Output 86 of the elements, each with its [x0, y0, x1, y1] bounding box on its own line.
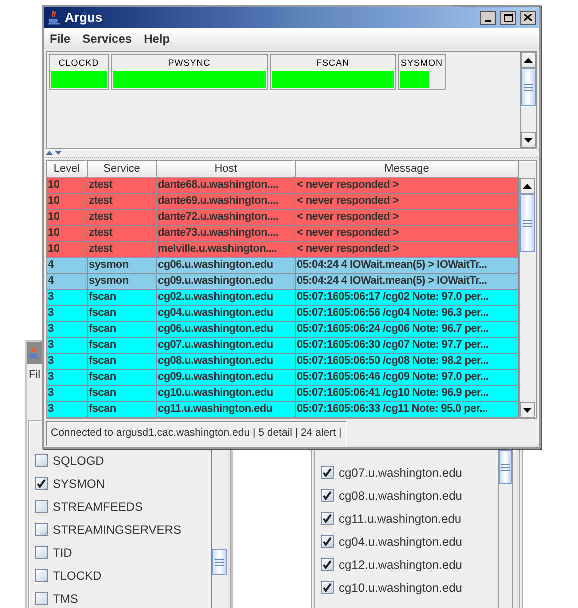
table-cell: cg11.u.washington.edu: [157, 402, 296, 418]
checkbox[interactable]: [35, 592, 48, 605]
table-row[interactable]: 10 ztest dante68.u.washington.... < never responded >: [47, 178, 519, 194]
up-arrow-icon: [524, 58, 533, 62]
checkbox[interactable]: [35, 569, 48, 582]
service-name: FSCAN: [315, 57, 350, 70]
table-row[interactable]: 10 ztest dante72.u.washington.... < never responded >: [47, 210, 519, 226]
table-row[interactable]: 3 fscan cg10.u.washington.edu 05:07:1605:06:41 /cg10 Note: 96.9 per...: [47, 386, 519, 402]
list-item-label[interactable]: cg04.u.washington.edu: [339, 532, 462, 550]
menu-item[interactable]: Services: [82, 30, 132, 48]
close-icon: [524, 14, 532, 21]
list-item-label[interactable]: STREAMINGSERVERS: [53, 520, 182, 538]
table-cell: fscan: [88, 402, 157, 418]
scrollbar-thumb[interactable]: [499, 450, 512, 484]
scrollbar-thumb[interactable]: [521, 68, 536, 106]
scroll-up-button[interactable]: [521, 52, 536, 68]
scrollbar-thumb[interactable]: [212, 549, 227, 575]
menu-item[interactable]: Help: [144, 30, 170, 48]
up-arrow-icon[interactable]: [46, 151, 53, 155]
checkbox[interactable]: [321, 558, 334, 571]
list-item-label[interactable]: cg10.u.washington.edu: [339, 578, 462, 596]
list-item-label[interactable]: SYSMON: [53, 474, 106, 492]
checkbox[interactable]: [321, 466, 334, 479]
list-item-label[interactable]: TLOCKD: [53, 566, 102, 584]
list-item-label[interactable]: cg07.u.washington.edu: [339, 464, 462, 482]
scrollbar[interactable]: [520, 52, 536, 148]
service-monitor[interactable]: CLOCKD: [49, 54, 109, 90]
checkbox[interactable]: [35, 523, 48, 536]
list-item-label[interactable]: STREAMFEEDS: [53, 498, 144, 516]
column-header[interactable]: Host: [157, 161, 296, 178]
table-row[interactable]: 3 fscan cg08.u.washington.edu 05:07:1605:06:50 /cg08 Note: 98.2 per...: [47, 354, 519, 370]
table-cell: 3: [47, 402, 88, 418]
column-header[interactable]: Level: [47, 161, 88, 178]
checkbox[interactable]: [35, 454, 48, 467]
service-monitor[interactable]: FSCAN: [270, 54, 396, 90]
list-item-label[interactable]: cg08.u.washington.edu: [339, 486, 462, 504]
scroll-up-button[interactable]: [520, 178, 535, 194]
coffee-cup-icon: [28, 345, 40, 361]
table-cell: 05:07:1605:06:33 /cg11 Note: 95.0 per...: [296, 402, 519, 418]
table-row[interactable]: 10 ztest melville.u.washington.... < never responded >: [47, 242, 519, 258]
service-name: PWSYNC: [167, 57, 212, 70]
table-row[interactable]: 3 fscan cg09.u.washington.edu 05:07:1605:06:46 /cg09 Note: 97.0 per...: [47, 370, 519, 386]
table-row[interactable]: 4 sysmon cg06.u.washington.edu 05:04:24 4 IOWait.mean(5) > IOWaitTr...: [47, 258, 519, 274]
service-name: SYSMON: [400, 57, 444, 70]
scrollbar[interactable]: [519, 178, 535, 418]
table-row[interactable]: 4 sysmon cg09.u.washington.edu 05:04:24 4 IOWait.mean(5) > IOWaitTr...: [47, 274, 519, 290]
list-item-label[interactable]: SQLOGD: [53, 452, 104, 470]
coffee-cup-icon: [47, 10, 61, 26]
checkbox[interactable]: [35, 477, 48, 490]
service-monitor[interactable]: PWSYNC: [111, 54, 268, 90]
menu-item[interactable]: File: [50, 30, 71, 48]
checkbox[interactable]: [321, 581, 334, 594]
status-bar: Connected to argusd1.cac.washington.edu | 5 detail | 24 alert |: [46, 421, 347, 447]
table-row[interactable]: 3 fscan cg04.u.washington.edu 05:07:1605:06:56 /cg04 Note: 96.3 per...: [47, 306, 519, 322]
menu-item[interactable]: Fil: [29, 366, 41, 384]
window-title: Argus: [65, 8, 103, 27]
service-monitor[interactable]: SYSMON: [398, 54, 446, 90]
minimize-button[interactable]: [480, 10, 496, 24]
table-row[interactable]: 3 fscan cg06.u.washington.edu 05:07:1605:06:24 /cg06 Note: 96.7 per...: [47, 322, 519, 338]
maximize-button[interactable]: [500, 10, 516, 24]
service-name: CLOCKD: [58, 57, 100, 70]
list-item-label[interactable]: cg12.u.washington.edu: [339, 556, 462, 574]
list-item-label[interactable]: cg11.u.washington.edu: [339, 510, 462, 528]
list-item-label[interactable]: TID: [53, 544, 72, 562]
checkbox[interactable]: [321, 489, 334, 502]
scroll-down-button[interactable]: [520, 402, 535, 418]
up-arrow-icon: [523, 184, 532, 188]
down-arrow-icon: [523, 408, 532, 412]
list-item-label[interactable]: TMS: [53, 590, 78, 608]
column-header[interactable]: Service: [88, 161, 157, 178]
scrollbar[interactable]: [498, 450, 513, 608]
down-arrow-icon: [524, 138, 533, 142]
checkbox[interactable]: [35, 546, 48, 559]
table-row[interactable]: 10 ztest dante69.u.washington.... < never responded >: [47, 194, 519, 210]
table-row[interactable]: 10 ztest dante73.u.washington.... < never responded >: [47, 226, 519, 242]
close-button[interactable]: [520, 10, 536, 24]
checkbox[interactable]: [35, 500, 48, 513]
table-row[interactable]: 3 fscan cg02.u.washington.edu 05:07:1605:06:17 /cg02 Note: 97.0 per...: [47, 290, 519, 306]
down-arrow-icon[interactable]: [55, 151, 62, 155]
checkbox[interactable]: [321, 535, 334, 548]
table-row[interactable]: 3 fscan cg07.u.washington.edu 05:07:1605:06:30 /cg07 Note: 97.7 per...: [47, 338, 519, 354]
checkbox[interactable]: [321, 512, 334, 525]
table-row[interactable]: 3 fscan cg11.u.washington.edu 05:07:1605:06:33 /cg11 Note: 95.0 per...: [47, 402, 519, 418]
scroll-down-button[interactable]: [521, 132, 536, 148]
scrollbar-thumb[interactable]: [520, 194, 535, 252]
column-header[interactable]: Message: [296, 161, 519, 178]
